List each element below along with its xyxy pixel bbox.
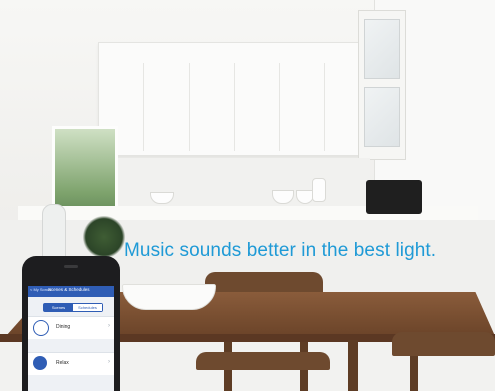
chair-seat <box>196 352 330 370</box>
phone-earpiece <box>64 265 78 268</box>
cabinet-door <box>143 63 144 151</box>
glass-pane <box>364 19 400 79</box>
phone: < My Sonos Scenes & Schedules Scenes Sch… <box>22 256 120 391</box>
cabinet-door <box>189 63 190 151</box>
backsplash <box>110 158 370 206</box>
cabinet-door <box>234 63 235 151</box>
table-leg <box>348 340 358 391</box>
glass-cabinet <box>358 10 406 160</box>
cabinet-door <box>324 63 325 151</box>
tagline: Music sounds better in the best light. <box>124 240 437 261</box>
dining-scene-icon <box>33 320 49 336</box>
plant <box>82 216 126 258</box>
scene-row-relax[interactable]: Relax › <box>28 352 114 375</box>
serving-bowl <box>122 284 216 310</box>
chair-back <box>205 272 323 294</box>
vase <box>42 204 66 262</box>
scene-label: Dining <box>56 324 71 330</box>
cabinet-door <box>279 63 280 151</box>
upper-cabinets <box>98 42 368 156</box>
screen-title: Scenes & Schedules <box>48 287 90 292</box>
glass-pane <box>364 87 400 147</box>
chevron-right-icon: › <box>108 323 110 329</box>
tab-scenes[interactable]: Scenes <box>44 304 73 311</box>
chair-back <box>392 332 495 356</box>
scene-label: Relax <box>56 360 69 366</box>
kitchen-photo: Music sounds better in the best light. <… <box>0 0 495 391</box>
app-nav-bar: < My Sonos Scenes & Schedules <box>28 286 114 297</box>
vase-on-counter <box>312 178 326 202</box>
chevron-right-icon: › <box>108 359 110 365</box>
app-screen: < My Sonos Scenes & Schedules Scenes Sch… <box>28 286 114 391</box>
chair-leg <box>410 356 418 391</box>
scene-row-dining[interactable]: Dining › <box>28 316 114 339</box>
tab-schedules[interactable]: Schedules <box>73 304 102 311</box>
segmented-control: Scenes Schedules <box>43 303 103 312</box>
speaker <box>366 180 422 214</box>
relax-scene-icon <box>33 356 47 370</box>
